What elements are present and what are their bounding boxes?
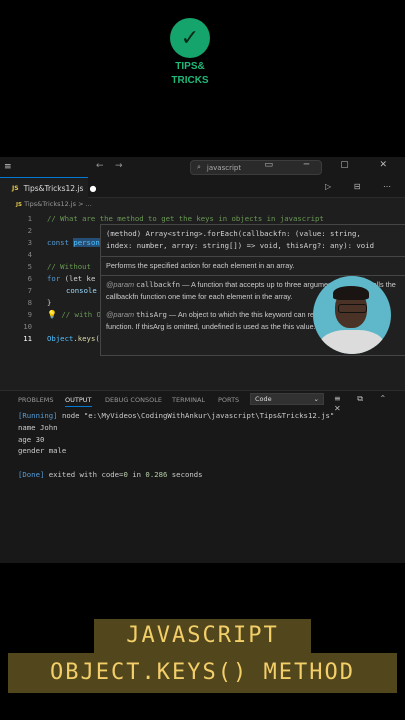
presenter-avatar [313, 276, 391, 354]
menu-icon[interactable]: ≡ [4, 162, 14, 172]
line-number: 6 [27, 274, 32, 283]
keyword: for [47, 274, 61, 283]
code-line-8: } [47, 298, 52, 307]
output-line: name John [18, 422, 58, 432]
back-arrow-icon[interactable]: ← [96, 161, 104, 171]
line-number: 9 [27, 310, 32, 319]
title-bar: ≡ ← → ⌕ javascript ▭ ─ ▢ ✕ [0, 157, 405, 177]
tab-problems[interactable]: PROBLEMS [18, 396, 53, 404]
tab-ports[interactable]: PORTS [218, 396, 239, 404]
forward-arrow-icon[interactable]: → [115, 161, 123, 171]
param-tag: @param [106, 310, 135, 319]
line-number: 10 [23, 322, 32, 331]
output-log: [Running] node "e:\MyVideos\CodingWithAn… [18, 410, 334, 481]
logo-text-line2: TRICKS [171, 75, 209, 86]
line-number: 4 [27, 250, 32, 259]
panel-actions[interactable]: ≡ ⧉ ⌃ ✕ [334, 394, 405, 413]
logo-text-line1: TIPS& [175, 61, 205, 72]
unsaved-dot-icon[interactable]: ● [89, 184, 96, 193]
vscode-window: ≡ ← → ⌕ javascript ▭ ─ ▢ ✕ JS Tips&Trick… [0, 157, 405, 563]
run-time: 0.286 [145, 469, 168, 479]
output-line: gender male [18, 446, 67, 456]
breadcrumb-text: Tips&Tricks12.js > ... [24, 200, 92, 208]
panel-tabs: PROBLEMS OUTPUT DEBUG CONSOLE TERMINAL P… [0, 391, 405, 413]
tips-tricks-logo: ✓ TIPS& TRICKS [165, 18, 215, 86]
bottom-panel: PROBLEMS OUTPUT DEBUG CONSOLE TERMINAL P… [0, 390, 405, 563]
select-value: Code [255, 395, 272, 403]
glasses-icon [338, 304, 367, 313]
title-banner: JAVASCRIPT OBJECT.KEYS() METHOD [0, 619, 405, 695]
hover-signature: (method) Array<string>.forEach(callbackf… [101, 225, 405, 256]
variable: person [73, 238, 100, 247]
output-line: age 30 [18, 434, 45, 444]
keyword: const [47, 238, 69, 247]
line-number: 7 [27, 286, 32, 295]
done-text: exited with code= [44, 469, 124, 479]
signature-line: (method) Array<string>.forEach(callbackf… [106, 229, 361, 238]
param-name: callbackfn [136, 280, 181, 289]
chevron-down-icon: ⌄ [313, 395, 319, 403]
param-name: thisArg [136, 310, 167, 319]
code-comment: // Without [47, 262, 91, 271]
window-controls[interactable]: ▭ ─ ▢ ✕ [264, 160, 401, 170]
editor-tabs: JS Tips&Tricks12.js ● ▷ ⊟ ⋯ [0, 177, 405, 198]
tab-tips-tricks12[interactable]: JS Tips&Tricks12.js ● [0, 177, 96, 198]
code-text: console [66, 286, 97, 295]
line-number: 8 [27, 298, 32, 307]
hover-description: Performs the specified action for each e… [106, 261, 295, 270]
banner-line-1: JAVASCRIPT [94, 619, 311, 653]
line-number: 3 [27, 238, 32, 247]
search-text: javascript [206, 163, 242, 172]
code-line-7: console [66, 286, 97, 295]
code-token: Object [47, 334, 74, 343]
tab-output[interactable]: OUTPUT [65, 396, 92, 407]
done-in: in [127, 469, 146, 479]
tab-label: Tips&Tricks12.js [23, 183, 84, 193]
signature-line: index: number, array: string[]) => void,… [106, 241, 374, 250]
line-number: 1 [27, 214, 32, 223]
line-number-active: 11 [23, 334, 32, 343]
code-line-3: const person [47, 238, 100, 247]
js-file-icon: JS [16, 202, 23, 208]
js-file-icon: JS [12, 184, 19, 192]
tab-debug-console[interactable]: DEBUG CONSOLE [105, 396, 162, 404]
lightbulb-icon[interactable]: 💡 [47, 310, 57, 319]
banner-line-2: OBJECT.KEYS() METHOD [8, 653, 397, 693]
editor-actions[interactable]: ▷ ⊟ ⋯ [325, 182, 401, 191]
code-token: keys [77, 334, 96, 343]
output-channel-select[interactable]: Code ⌄ [250, 393, 324, 405]
search-icon: ⌕ [197, 163, 201, 171]
code-text: (let ke [64, 274, 96, 283]
line-number: 5 [27, 262, 32, 271]
running-tag: [Running] [18, 411, 58, 420]
done-seconds: seconds [167, 469, 203, 479]
code-line-6: for (let ke [47, 274, 95, 283]
nav-arrows: ← → [96, 161, 123, 171]
tab-terminal[interactable]: TERMINAL [172, 396, 205, 404]
param-tag: @param [106, 280, 135, 289]
done-tag: [Done] [18, 469, 45, 479]
run-command: node "e:\MyVideos\CodingWithAnkur\javasc… [57, 411, 335, 420]
code-comment: // What are the method to get the keys i… [47, 214, 324, 223]
check-icon: ✓ [170, 18, 210, 58]
line-number: 2 [27, 226, 32, 235]
breadcrumb[interactable]: JS Tips&Tricks12.js > ... [0, 198, 405, 210]
